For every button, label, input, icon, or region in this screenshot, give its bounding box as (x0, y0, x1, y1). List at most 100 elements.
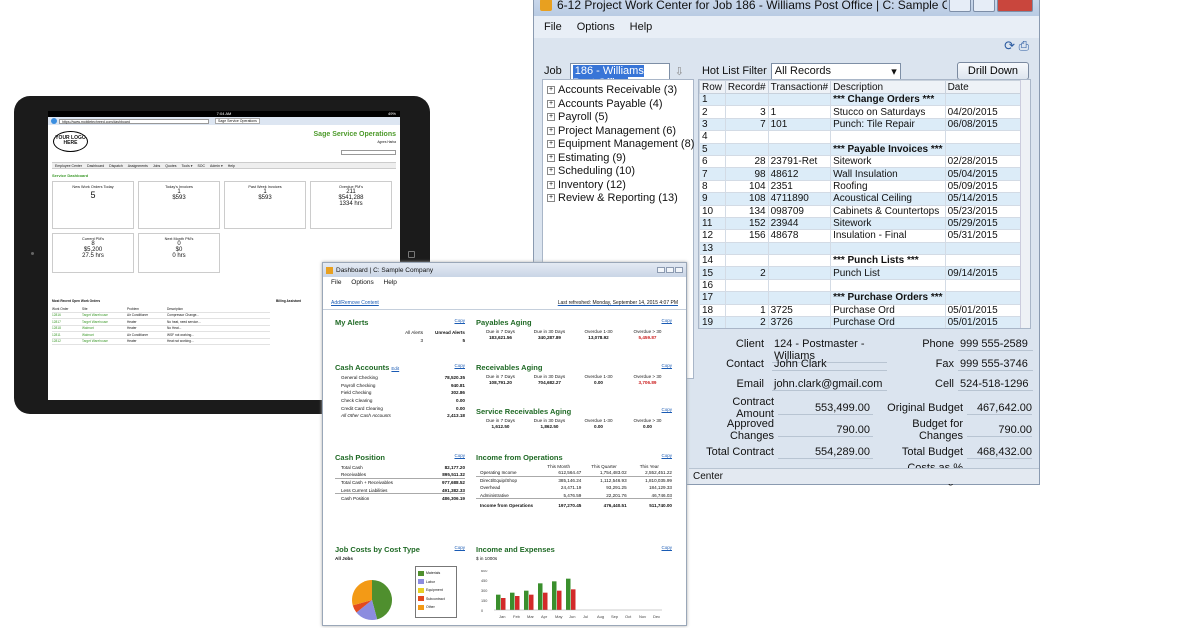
add-remove-content-link[interactable]: Add/Remove Content (331, 300, 379, 309)
bar[interactable] (501, 598, 506, 610)
table-row[interactable]: 1 *** Change Orders *** (699, 92, 1022, 107)
copy-link[interactable]: Copy (661, 318, 672, 327)
tree-node[interactable]: + Project Management (6) (547, 125, 689, 139)
metric-card[interactable]: Today's Invoices 1 $593 (138, 181, 220, 229)
table-row[interactable]: 12812 Target Warehouse Heater Heat not work… (52, 339, 270, 345)
expand-icon[interactable]: + (547, 153, 555, 162)
email-field[interactable]: john.clark@gmail.com (772, 378, 887, 391)
fax-field[interactable]: 999 555-3746 (958, 358, 1033, 371)
bar[interactable] (571, 589, 576, 610)
expand-icon[interactable]: + (547, 167, 555, 176)
bar[interactable] (538, 583, 543, 610)
table-row[interactable]: 7 98 48612 Wall Insulation 05/04/2015 (699, 167, 1022, 181)
tree-node[interactable]: + Payroll (5) (547, 111, 689, 125)
edit-link[interactable]: Edit (391, 366, 399, 371)
maximize-button[interactable] (973, 0, 995, 12)
menu-options[interactable]: Options (351, 279, 373, 286)
search-input[interactable] (341, 150, 396, 155)
close-button[interactable] (675, 267, 683, 273)
grid-scrollbar[interactable] (1020, 80, 1030, 328)
copy-link[interactable]: Copy (454, 318, 465, 327)
refresh-icon[interactable]: ⟳ (1004, 38, 1015, 53)
table-row[interactable]: 11 152 23944 Sitework 05/29/2015 (699, 216, 1022, 231)
table-row[interactable]: 17 *** Purchase Orders *** (699, 291, 1022, 305)
column-header[interactable]: Row (699, 80, 726, 94)
hot-list-filter-select[interactable]: All Records (770, 62, 901, 80)
cell-field[interactable]: 524-518-1296 (958, 378, 1033, 391)
copy-link[interactable]: Copy (661, 453, 672, 462)
metric-card[interactable]: Overdue PM's 211 $541,288 1334 hrs (310, 181, 392, 229)
table-row[interactable]: 13 (699, 241, 1022, 256)
nav-item[interactable]: Tools ▾ (182, 164, 193, 168)
expand-icon[interactable]: + (547, 113, 555, 122)
bar[interactable] (566, 578, 571, 610)
nav-item[interactable]: Employee Center (55, 164, 82, 168)
bar[interactable] (524, 590, 529, 610)
nav-item[interactable]: Quotes (165, 164, 176, 168)
table-row[interactable]: 10 134 098709 Cabinets & Countertops 05/23/2… (699, 204, 1022, 218)
phone-field[interactable]: 999 555-2589 (958, 338, 1033, 351)
expand-icon[interactable]: + (547, 140, 555, 149)
table-row[interactable]: 5 *** Payable Invoices *** (699, 142, 1022, 156)
bar[interactable] (496, 594, 501, 610)
nav-item[interactable]: SOC (197, 164, 205, 168)
expand-icon[interactable]: + (547, 180, 555, 189)
column-header[interactable]: Description (830, 80, 946, 94)
contact-field[interactable]: John Clark (772, 358, 887, 371)
expand-icon[interactable]: + (547, 126, 555, 135)
back-icon[interactable] (51, 118, 57, 124)
url-input[interactable]: https://www.mobiletechreed.com/dashboard (59, 118, 209, 124)
copy-link[interactable]: Copy (661, 407, 672, 416)
expand-icon[interactable]: + (547, 194, 555, 203)
copy-link[interactable]: Copy (661, 363, 672, 372)
drill-down-button[interactable]: Drill Down (956, 62, 1029, 80)
nav-item[interactable]: Help (228, 164, 235, 168)
nav-item[interactable]: Assignments (128, 164, 148, 168)
table-row[interactable]: 4 (699, 130, 1022, 144)
minimize-button[interactable] (657, 267, 665, 273)
menu-help[interactable]: Help (630, 21, 653, 33)
tree-node[interactable]: + Scheduling (10) (547, 165, 689, 179)
nav-item[interactable]: Dispatch (109, 164, 123, 168)
bar[interactable] (510, 592, 515, 610)
column-header[interactable]: Date (944, 80, 1022, 94)
copy-link[interactable]: Copy (454, 545, 465, 554)
metric-card[interactable]: New Work Orders Today 5 (52, 181, 134, 229)
minimize-button[interactable] (949, 0, 971, 12)
nav-item[interactable]: Admin ▾ (210, 164, 223, 168)
expand-icon[interactable]: + (547, 86, 555, 95)
nav-item[interactable]: Dashboard (87, 164, 104, 168)
table-row[interactable]: 9 108 4711890 Acoustical Ceiling 05/14/2015 (699, 192, 1022, 206)
maximize-button[interactable] (666, 267, 674, 273)
copy-link[interactable]: Copy (454, 453, 465, 462)
bar[interactable] (529, 594, 534, 610)
print-icon[interactable]: ⎙ (1019, 38, 1029, 53)
bar[interactable] (552, 581, 557, 610)
table-row[interactable]: 16 (699, 278, 1022, 293)
table-row[interactable]: 14 *** Punch Lists *** (699, 254, 1022, 268)
menu-options[interactable]: Options (577, 21, 615, 33)
metric-card[interactable]: Next Month PM's 0 $0 0 hrs (138, 233, 220, 273)
copy-link[interactable]: Copy (661, 545, 672, 554)
tree-node[interactable]: + Equipment Management (8) (547, 138, 694, 152)
expand-icon[interactable]: + (547, 99, 555, 108)
menu-file[interactable]: File (544, 21, 562, 33)
tree-node[interactable]: + Inventory (12) (547, 179, 689, 193)
home-button[interactable] (408, 251, 415, 258)
table-row[interactable]: 12 156 48678 Insulation - Final 05/31/2015 (699, 229, 1022, 243)
browser-tab[interactable]: Sage Service Operations (215, 118, 260, 124)
table-row[interactable]: 15 2 Punch List 09/14/2015 (699, 266, 1022, 280)
tree-node[interactable]: + Review & Reporting (13) (547, 192, 689, 206)
column-header[interactable]: Record# (724, 80, 769, 94)
metric-card[interactable]: Past Week Invoices 1 $593 (224, 181, 306, 229)
tree-node[interactable]: + Accounts Payable (4) (547, 98, 689, 112)
menu-help[interactable]: Help (384, 279, 397, 286)
table-row[interactable]: 2 3 1 Stucco on Saturdays 04/20/2015 (699, 105, 1022, 119)
table-row[interactable]: 6 28 23791-Ret Sitework 02/28/2015 (699, 154, 1022, 169)
tree-node[interactable]: + Accounts Receivable (3) (547, 84, 689, 98)
metric-card[interactable]: Current PM's 8 $5,200 27.5 hrs (52, 233, 134, 273)
table-row[interactable]: 19 2 3726 Purchase Ord 05/01/2015 (699, 316, 1022, 328)
table-row[interactable]: 18 1 3725 Purchase Ord 05/01/2015 (699, 303, 1022, 318)
lookup-icon[interactable]: ⇩ (675, 65, 684, 78)
tree-node[interactable]: + Estimating (9) (547, 152, 689, 166)
